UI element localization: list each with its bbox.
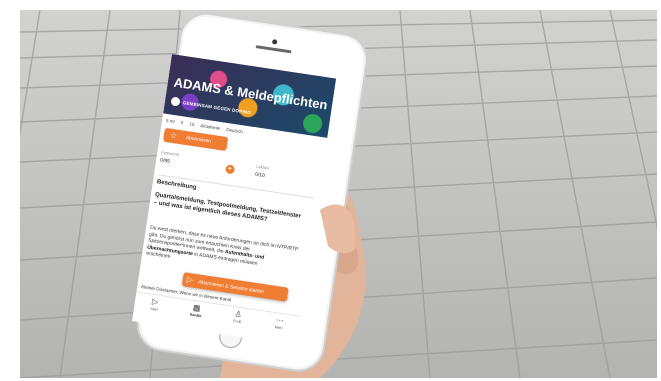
thumb — [320, 204, 356, 254]
photo-frame: ADAMS & Meldepflichten GEMEINSAM GEGEN D… — [20, 10, 657, 378]
photo: ADAMS & Meldepflichten GEMEINSAM GEGEN D… — [0, 0, 661, 381]
